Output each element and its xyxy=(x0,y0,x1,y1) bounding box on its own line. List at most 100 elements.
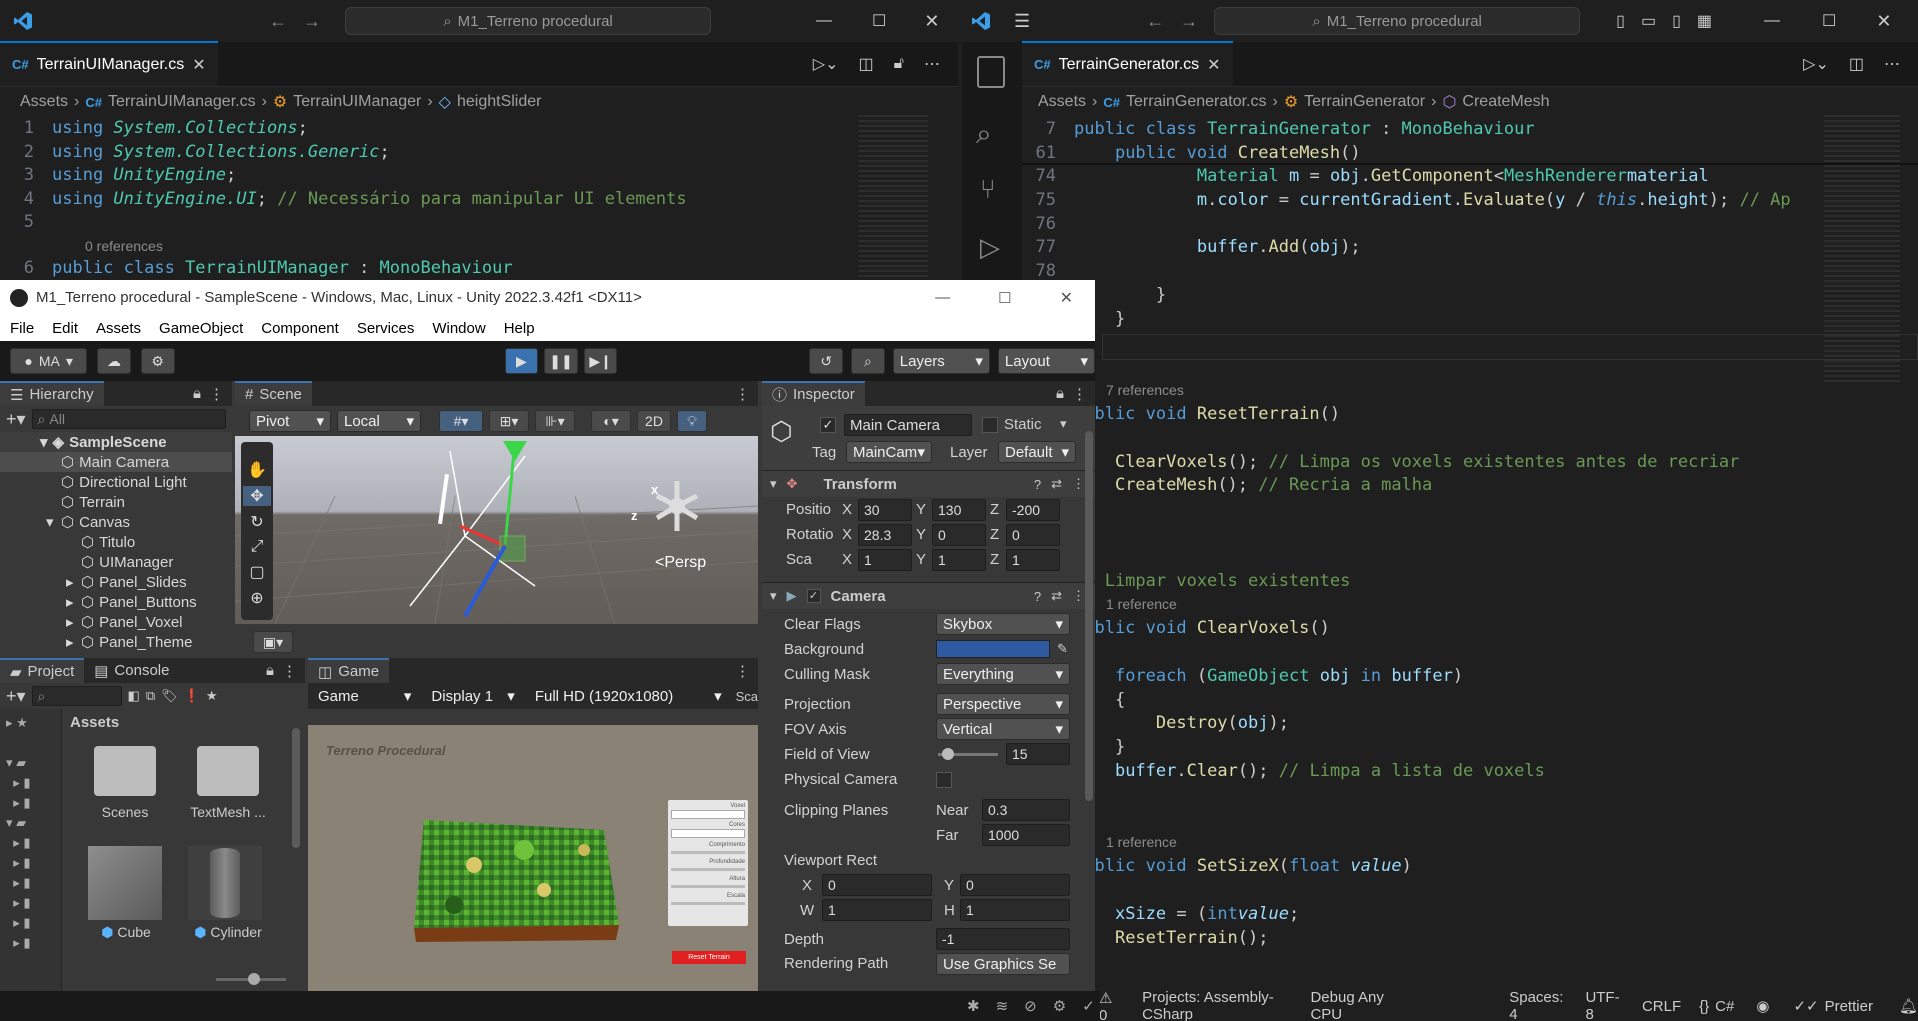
breadcrumb-item[interactable]: heightSlider xyxy=(457,93,542,111)
menu-item-window[interactable]: Window xyxy=(432,320,485,337)
hierarchy-item[interactable]: ▸ ⬡ Panel_Theme xyxy=(0,632,232,652)
tab-close-icon[interactable]: ✕ xyxy=(1207,55,1220,75)
pause-button[interactable]: ❚❚ xyxy=(544,348,578,374)
bell-icon[interactable]: 🔔︎ xyxy=(1899,997,1918,1015)
move-tool-icon[interactable]: ✥ xyxy=(243,486,271,506)
add-icon[interactable]: +▾ xyxy=(6,686,26,707)
warning-icon[interactable]: ❗ xyxy=(184,688,200,704)
game-mode-dropdown[interactable]: Game ▾ xyxy=(312,685,417,707)
scale-slider[interactable] xyxy=(671,902,745,905)
expand-arrow-icon[interactable]: ▸ xyxy=(66,573,76,591)
camera-dropdown[interactable]: Perspective ▾ xyxy=(936,693,1070,715)
settings-icon[interactable]: ⚙ xyxy=(1053,997,1066,1015)
toggle-sidebar-icon[interactable]: ▯ xyxy=(1616,11,1625,31)
assets-breadcrumb[interactable]: Assets xyxy=(70,714,119,731)
close-icon[interactable]: ✕ xyxy=(1060,288,1073,308)
hierarchy-item[interactable]: ⬡ Terrain xyxy=(0,492,232,512)
help-icon[interactable]: ? xyxy=(1034,477,1041,492)
split-editor-icon[interactable]: ◫ xyxy=(1849,54,1864,74)
hierarchy-item[interactable]: ▸ ⬡ Panel_Buttons xyxy=(0,592,232,612)
static-dropdown-icon[interactable]: ▾ xyxy=(1060,416,1067,432)
status-eol[interactable]: CRLF xyxy=(1642,998,1681,1015)
hierarchy-item[interactable]: ⬡ Main Camera xyxy=(0,452,232,472)
filter-label-icon[interactable]: ⧉ xyxy=(146,688,155,704)
game-view[interactable]: Terreno Procedural Voxel Cores Comprimen… xyxy=(308,725,758,991)
nav-back-icon[interactable]: ← xyxy=(269,11,287,32)
play-button[interactable]: ▶ xyxy=(504,348,539,374)
camera-enabled-checkbox[interactable]: ✓ xyxy=(806,589,821,603)
voxel-dropdown[interactable] xyxy=(671,810,745,819)
lock-icon[interactable]: 🔓︎ xyxy=(894,55,904,73)
tag-dropdown[interactable]: MainCam ▾ xyxy=(846,441,932,463)
command-search[interactable]: ⌕ M1_Terreno procedural xyxy=(345,7,711,35)
split-editor-icon[interactable]: ◫ xyxy=(859,54,874,74)
status-config[interactable]: Debug Any CPU xyxy=(1310,989,1399,1021)
depth-field[interactable]: -1 xyxy=(936,928,1070,950)
more-icon[interactable]: ⋮ xyxy=(209,385,224,403)
menu-item-gameobject[interactable]: GameObject xyxy=(159,320,243,337)
nav-forward-icon[interactable]: → xyxy=(303,11,321,32)
asset-textmesh[interactable]: TextMesh ... xyxy=(188,746,268,820)
search-button[interactable]: ⌕ xyxy=(851,348,885,374)
near-field[interactable]: 0.3 xyxy=(982,799,1070,821)
bug-icon[interactable]: ✱ xyxy=(967,997,980,1015)
more-icon[interactable]: ⋮ xyxy=(282,662,297,680)
lock-icon[interactable]: 🔒︎ xyxy=(193,385,201,402)
transform-tool-icon[interactable]: ⊕ xyxy=(250,588,263,608)
history-button[interactable]: ↺ xyxy=(809,348,844,374)
tab-close-icon[interactable]: ✕ xyxy=(192,55,205,75)
scene-root[interactable]: ▾ ◈ SampleScene xyxy=(0,432,232,452)
expand-arrow-icon[interactable]: ▾ xyxy=(46,513,56,531)
tab-terraingenerator[interactable]: C# TerrainGenerator.cs ✕ xyxy=(1022,41,1233,86)
object-name-field[interactable]: Main Camera xyxy=(844,414,972,436)
colors-dropdown[interactable] xyxy=(671,829,745,838)
scale-tool-icon[interactable]: ⤢ xyxy=(251,538,264,556)
left-code-editor[interactable]: 1 using System.Collections; 2 using System… xyxy=(0,117,958,280)
viewport-y-field[interactable]: 0 xyxy=(960,874,1070,896)
more-icon[interactable]: ⋮ xyxy=(1072,476,1085,492)
layer-dropdown[interactable]: Default ▾ xyxy=(998,441,1076,463)
viewport-x-field[interactable]: 0 xyxy=(822,874,932,896)
rect-tool-icon[interactable]: ▢ xyxy=(249,562,264,582)
network-icon[interactable]: ⊘ xyxy=(1024,997,1037,1015)
minimize-icon[interactable]: — xyxy=(935,289,950,306)
hierarchy-item[interactable]: ⬡ Directional Light xyxy=(0,472,232,492)
sticky-scroll[interactable]: 7 public class TerrainGenerator : MonoBeh… xyxy=(1022,117,1918,165)
code-lens[interactable]: 0 references xyxy=(0,235,958,257)
more-icon[interactable]: ⋮ xyxy=(1072,588,1085,604)
project-zoom-slider[interactable] xyxy=(216,973,286,985)
expand-arrow-icon[interactable]: ▸ xyxy=(66,633,76,651)
pivot-dropdown[interactable]: Pivot ▾ xyxy=(249,410,331,432)
overlay-menu-button[interactable]: ▣▾ xyxy=(253,631,293,653)
help-icon[interactable]: ? xyxy=(1034,589,1041,604)
status-formatter[interactable]: Prettier xyxy=(1825,998,1873,1015)
hierarchy-search[interactable]: ⌕ All xyxy=(31,409,226,429)
command-search[interactable]: ⌕ M1_Terreno procedural xyxy=(1214,7,1581,35)
code-lens[interactable]: 1 reference xyxy=(1022,593,1918,617)
transform-rotation-z-field[interactable]: 0 xyxy=(1006,523,1060,546)
tab-console[interactable]: ▤ Console xyxy=(84,662,179,680)
more-icon[interactable]: ⋮ xyxy=(1072,385,1087,403)
inspector-scrollbar[interactable] xyxy=(1085,431,1093,801)
left-minimap[interactable] xyxy=(858,115,928,280)
toggle-secondary-icon[interactable]: ▯ xyxy=(1672,11,1681,31)
background-color-swatch[interactable]: ✎ xyxy=(936,640,1068,658)
rotate-tool-icon[interactable]: ↻ xyxy=(250,512,263,532)
height-slider[interactable] xyxy=(671,885,745,888)
hierarchy-item[interactable]: ▾ ⬡ Canvas xyxy=(0,512,232,532)
source-control-icon[interactable]: ⑂ xyxy=(980,174,996,205)
layout-icon[interactable]: ▦ xyxy=(1697,11,1712,31)
reset-terrain-button[interactable]: Reset Terrain xyxy=(672,951,746,964)
menu-item-assets[interactable]: Assets xyxy=(96,320,141,337)
nav-forward-icon[interactable]: → xyxy=(1180,11,1198,32)
persp-label[interactable]: <Persp xyxy=(655,554,706,572)
tab-hierarchy[interactable]: ☰ Hierarchy xyxy=(0,381,104,406)
foldout-icon[interactable]: ▾ xyxy=(770,476,777,492)
menu-item-component[interactable]: Component xyxy=(261,320,339,337)
transform-position-y-field[interactable]: 130 xyxy=(932,498,986,521)
resolution-dropdown[interactable]: Full HD (1920x1080) ▾ xyxy=(529,685,728,707)
code-lens[interactable]: 1 reference xyxy=(1022,831,1918,855)
tab-project[interactable]: ▰ Project xyxy=(0,658,85,683)
depth-slider[interactable] xyxy=(671,868,745,871)
tab-terrainuimanager[interactable]: C# TerrainUIManager.cs ✕ xyxy=(0,41,218,86)
